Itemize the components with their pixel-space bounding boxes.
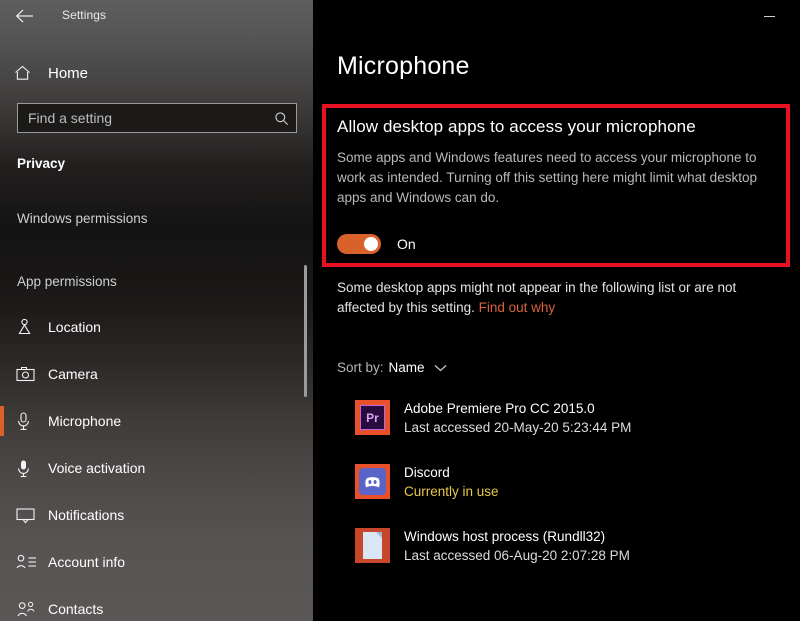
sidebar-item-microphone-label: Microphone xyxy=(48,413,122,429)
microphone-toggle-row: On xyxy=(337,234,416,254)
sidebar-item-notifications-label: Notifications xyxy=(48,507,125,523)
adobe-premiere-icon-text: Pr xyxy=(360,405,385,430)
sort-by-value: Name xyxy=(388,360,425,375)
toggle-knob xyxy=(364,237,378,251)
sort-by-label: Sort by: xyxy=(337,360,384,375)
sidebar-item-camera-label: Camera xyxy=(48,366,98,382)
sidebar-item-home-label: Home xyxy=(48,64,89,82)
account-info-icon xyxy=(16,554,42,570)
document-icon xyxy=(355,528,390,563)
sidebar-scrollbar-thumb[interactable] xyxy=(304,265,307,397)
allow-desktop-apps-heading: Allow desktop apps to access your microp… xyxy=(337,117,696,136)
list-item[interactable]: Discord Currently in use xyxy=(355,462,785,526)
settings-window: Settings Home Privacy Windows permission… xyxy=(0,0,800,621)
toggle-state-label: On xyxy=(397,236,416,252)
microphone-icon xyxy=(16,411,42,431)
adobe-premiere-icon: Pr xyxy=(355,400,390,435)
sidebar-group-windows-permissions: Windows permissions xyxy=(17,211,148,226)
sidebar-item-home[interactable]: Home xyxy=(0,58,300,88)
search-input[interactable] xyxy=(18,104,266,132)
sidebar-scrollbar[interactable] xyxy=(301,0,311,621)
sidebar-item-voice-activation[interactable]: Voice activation xyxy=(0,451,300,485)
app-status: Currently in use xyxy=(404,484,499,499)
sidebar-titlebar: Settings xyxy=(0,0,313,32)
discord-icon xyxy=(355,464,390,499)
location-pin-icon xyxy=(16,318,42,336)
sidebar-item-contacts-label: Contacts xyxy=(48,601,104,617)
minimize-icon[interactable] xyxy=(754,5,784,27)
sidebar-item-account-info-label: Account info xyxy=(48,554,126,570)
find-out-why-link[interactable]: Find out why xyxy=(479,300,556,315)
document-fold xyxy=(376,532,382,538)
main-pane: Microphone Allow desktop apps to access … xyxy=(313,0,800,621)
app-status: Last accessed 06-Aug-20 2:07:28 PM xyxy=(404,548,630,563)
chevron-down-icon[interactable] xyxy=(434,364,447,372)
allow-desktop-apps-description: Some apps and Windows features need to a… xyxy=(337,150,757,205)
sidebar-item-voice-activation-label: Voice activation xyxy=(48,460,146,476)
discord-logo xyxy=(359,468,386,495)
minimize-bar xyxy=(763,15,775,17)
microphone-stand-icon xyxy=(16,459,42,478)
app-text: Adobe Premiere Pro CC 2015.0 Last access… xyxy=(404,398,631,438)
search-icon[interactable] xyxy=(266,111,296,126)
app-name: Discord xyxy=(404,465,450,480)
list-item[interactable]: Windows host process (Rundll32) Last acc… xyxy=(355,526,785,590)
sidebar-item-camera[interactable]: Camera xyxy=(0,357,300,391)
camera-icon xyxy=(16,366,42,382)
sidebar-item-microphone[interactable]: Microphone xyxy=(0,404,300,438)
window-title: Settings xyxy=(62,8,107,22)
app-text: Windows host process (Rundll32) Last acc… xyxy=(404,526,630,566)
sidebar-item-location-label: Location xyxy=(48,319,101,335)
app-status: Last accessed 20-May-20 5:23:44 PM xyxy=(404,420,632,435)
search-box[interactable] xyxy=(17,103,297,133)
sidebar-group-app-permissions: App permissions xyxy=(17,274,117,289)
speech-bubble-icon xyxy=(16,507,42,524)
sidebar-section-privacy: Privacy xyxy=(17,156,66,171)
app-list: Pr Adobe Premiere Pro CC 2015.0 Last acc… xyxy=(355,398,785,590)
page-title: Microphone xyxy=(337,52,470,80)
sidebar: Settings Home Privacy Windows permission… xyxy=(0,0,313,621)
allow-desktop-apps-toggle[interactable] xyxy=(337,234,381,254)
back-arrow-icon[interactable] xyxy=(12,5,36,27)
home-icon xyxy=(14,65,44,81)
sort-by-dropdown[interactable]: Sort by: Name xyxy=(337,360,447,375)
sidebar-item-notifications[interactable]: Notifications xyxy=(0,498,300,532)
contacts-icon xyxy=(16,601,42,618)
app-text: Discord Currently in use xyxy=(404,462,499,502)
sidebar-item-location[interactable]: Location xyxy=(0,310,300,344)
sidebar-item-contacts[interactable]: Contacts xyxy=(0,592,300,621)
app-name: Windows host process (Rundll32) xyxy=(404,529,606,544)
sidebar-item-account-info[interactable]: Account info xyxy=(0,545,300,579)
document-page xyxy=(363,532,382,559)
list-item[interactable]: Pr Adobe Premiere Pro CC 2015.0 Last acc… xyxy=(355,398,785,462)
app-name: Adobe Premiere Pro CC 2015.0 xyxy=(404,401,595,416)
desktop-apps-note: Some desktop apps might not appear in th… xyxy=(337,278,767,318)
